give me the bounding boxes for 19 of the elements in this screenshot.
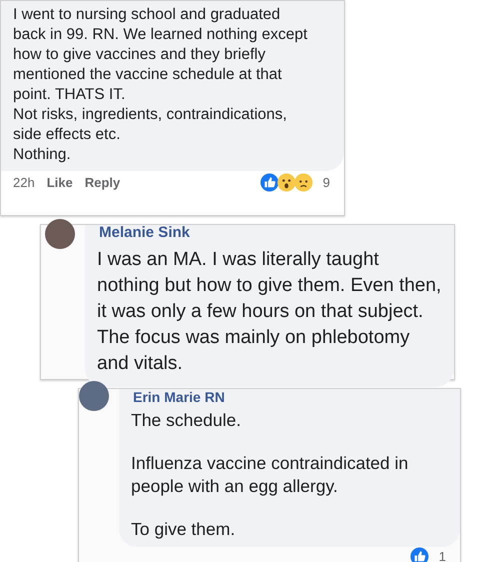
comment-text: Influenza vaccine contraindicated in people with an egg allergy. (131, 452, 410, 498)
avatar-icon (45, 219, 75, 249)
comment-author[interactable]: Erin Marie RN (119, 389, 460, 405)
comment-text: I went to nursing school and graduated back in 99. RN. We learned nothing except how to give vaccines and they briefly mentioned the vaccine schedule at that point. THATS IT. (13, 5, 308, 105)
comment-text: Nothing. (13, 145, 72, 165)
wow-reaction-icon (276, 173, 296, 192)
comment-time: 22h (13, 175, 35, 190)
comment-text: The schedule. (131, 409, 242, 432)
sad-reaction-icon (294, 173, 313, 192)
reaction-count: 9 (322, 175, 330, 190)
comment-author[interactable]: Melanie Sink (85, 225, 454, 241)
comment-action-link[interactable]: Reply (84, 175, 120, 190)
comment-text: Not risks, ingredients, contraindications, side effects etc. (13, 105, 288, 145)
like-reaction-icon (260, 173, 279, 192)
comment-text: To give them. (131, 518, 236, 541)
avatar-icon (79, 381, 109, 411)
comment-action-link[interactable]: Like (46, 175, 73, 190)
reaction-count: 1 (438, 549, 446, 562)
comment-text: I was an MA. I was literally taught nothing but how to give them. Even then, it was only a few hours on that subject. The focus was mainly on phlebotomy and vitals. (97, 248, 442, 376)
